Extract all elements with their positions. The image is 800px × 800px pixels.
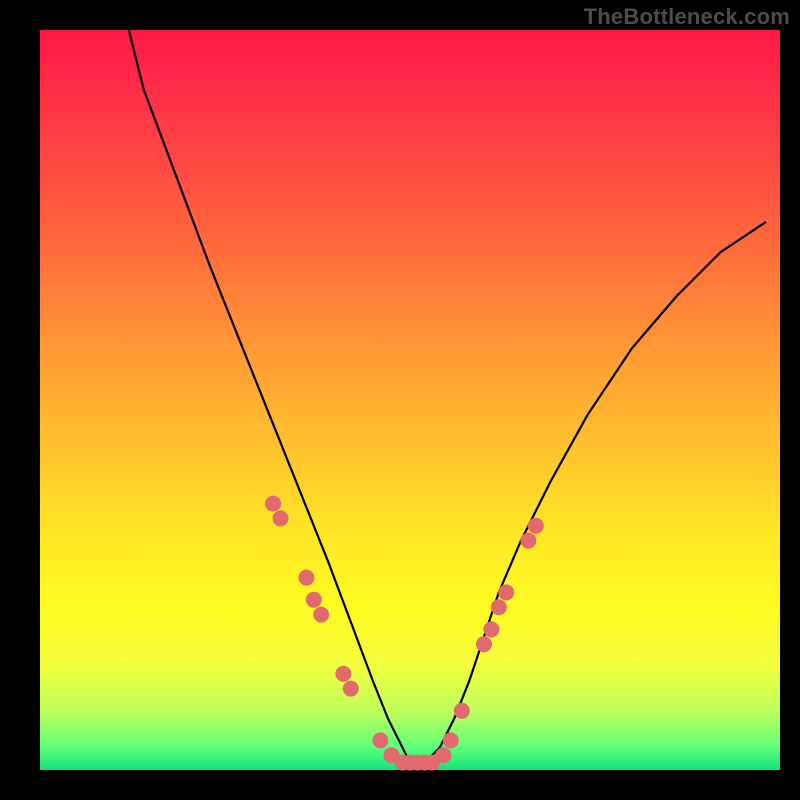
data-point-marker	[343, 681, 359, 697]
data-point-marker	[273, 510, 289, 526]
data-point-marker	[483, 621, 499, 637]
watermark-text: TheBottleneck.com	[584, 4, 790, 30]
data-point-marker	[435, 747, 451, 763]
data-point-marker	[476, 636, 492, 652]
data-point-marker	[265, 496, 281, 512]
chart-frame: TheBottleneck.com	[0, 0, 800, 800]
data-point-marker	[498, 584, 514, 600]
data-point-marker	[306, 592, 322, 608]
data-point-marker	[372, 732, 388, 748]
data-point-marker	[313, 607, 329, 623]
data-markers	[265, 496, 544, 771]
curve-svg	[40, 30, 780, 770]
plot-area	[40, 30, 780, 770]
data-point-marker	[443, 732, 459, 748]
data-point-marker	[335, 666, 351, 682]
data-point-marker	[454, 703, 470, 719]
data-point-marker	[528, 518, 544, 534]
bottleneck-curve	[129, 30, 765, 763]
data-point-marker	[491, 599, 507, 615]
data-point-marker	[520, 533, 536, 549]
data-point-marker	[298, 570, 314, 586]
